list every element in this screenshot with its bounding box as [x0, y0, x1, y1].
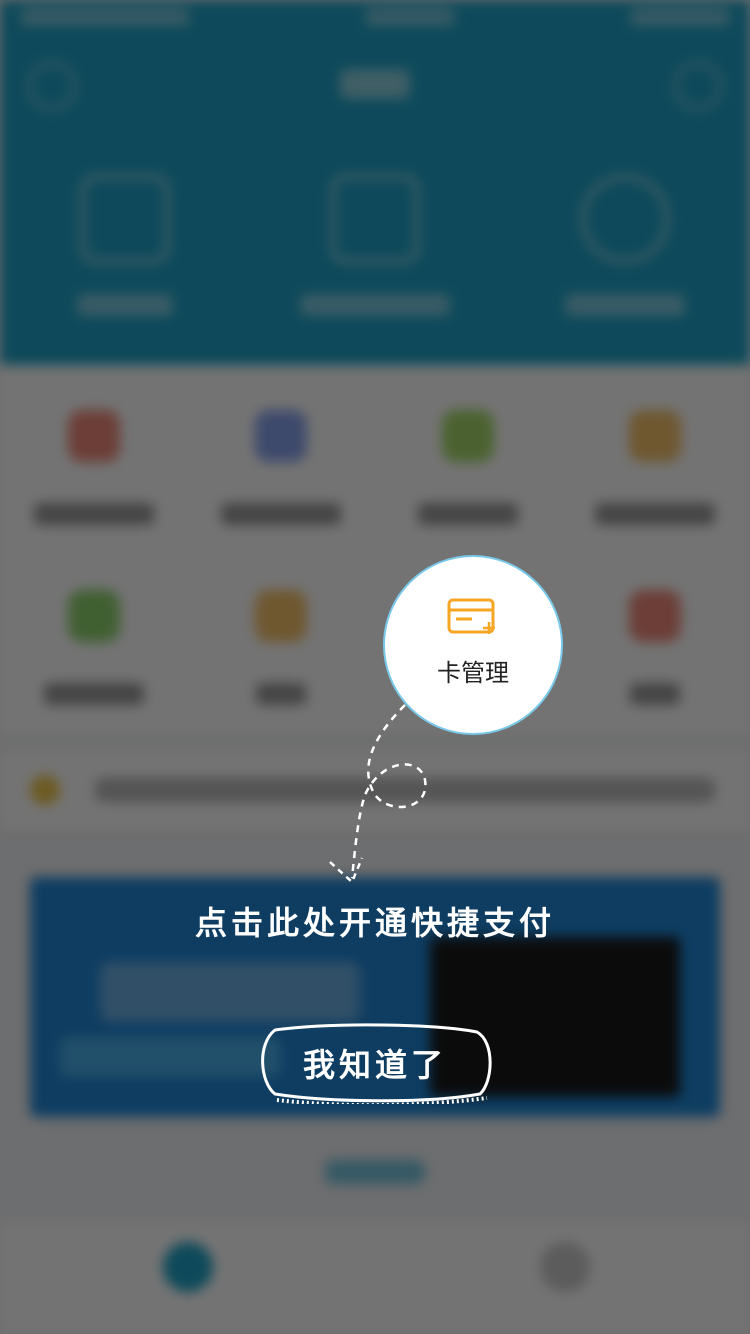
got-it-label: 我知道了: [302, 1046, 447, 1084]
spotlight-label: 卡管理: [437, 659, 509, 687]
dashed-arrow: [329, 704, 427, 885]
credit-card-add-icon: [447, 598, 495, 634]
hint-text: 点击此处开通快捷支付: [194, 904, 555, 942]
guide-overlay[interactable]: [0, 0, 750, 1334]
got-it-button[interactable]: 我知道了: [255, 1022, 495, 1104]
